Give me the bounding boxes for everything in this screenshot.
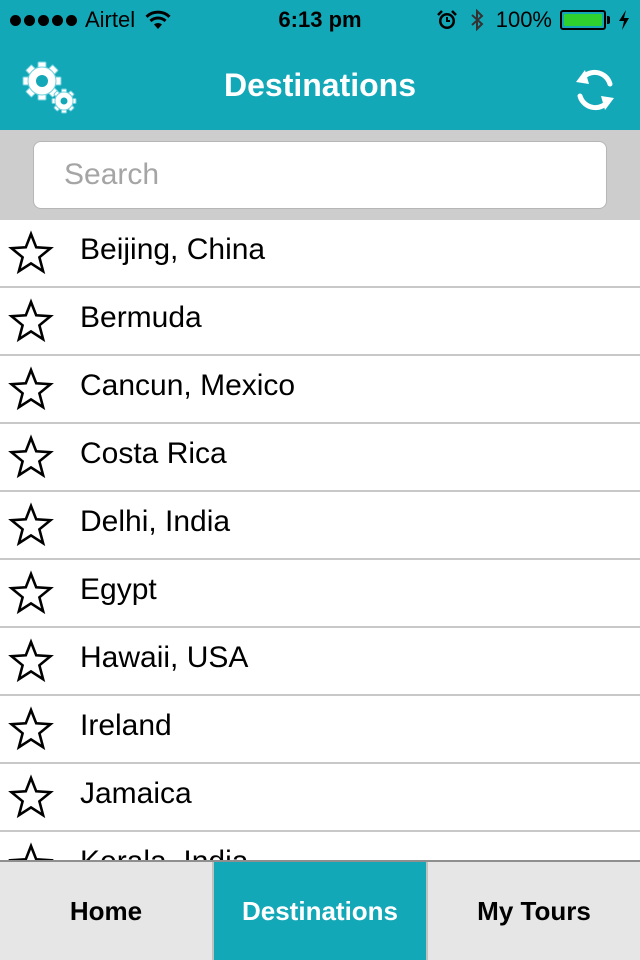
settings-button[interactable] xyxy=(20,57,80,117)
star-icon[interactable] xyxy=(8,706,54,752)
list-item[interactable]: Jamaica xyxy=(0,764,640,832)
tab-destinations[interactable]: Destinations xyxy=(212,862,426,960)
list-item[interactable]: Egypt xyxy=(0,560,640,628)
star-icon[interactable] xyxy=(8,230,54,276)
star-icon[interactable] xyxy=(8,366,54,412)
star-icon[interactable] xyxy=(8,502,54,548)
tab-bar: Home Destinations My Tours xyxy=(0,860,640,960)
list-item[interactable]: Hawaii, USA xyxy=(0,628,640,696)
list-item[interactable]: Bermuda xyxy=(0,288,640,356)
star-icon[interactable] xyxy=(8,842,54,860)
refresh-button[interactable] xyxy=(572,62,618,118)
list-item-label: Delhi, India xyxy=(80,505,231,538)
carrier-name: Airtel xyxy=(85,7,136,32)
list-item[interactable]: Ireland xyxy=(0,696,640,764)
list-item[interactable]: Delhi, India xyxy=(0,492,640,560)
list-item-label: Ireland xyxy=(80,709,172,742)
star-icon[interactable] xyxy=(8,638,54,684)
list-item-label: Costa Rica xyxy=(80,437,227,470)
list-item[interactable]: Costa Rica xyxy=(0,424,640,492)
signal-dots-icon xyxy=(10,14,77,26)
list-item[interactable]: Cancun, Mexico xyxy=(0,356,640,424)
bluetooth-icon xyxy=(471,9,484,31)
tab-my-tours[interactable]: My Tours xyxy=(426,862,640,960)
battery-icon xyxy=(560,10,610,30)
tab-home[interactable]: Home xyxy=(0,862,212,960)
alarm-icon xyxy=(436,10,457,29)
search-bar xyxy=(0,130,640,220)
settings-gears-icon xyxy=(22,61,77,114)
charging-bolt-icon xyxy=(619,10,629,30)
list-item-label: Jamaica xyxy=(80,777,192,810)
list-item[interactable]: Kerala, India xyxy=(0,832,640,860)
star-icon[interactable] xyxy=(8,434,54,480)
star-icon[interactable] xyxy=(8,570,54,616)
star-icon[interactable] xyxy=(8,774,54,820)
status-right: 100% xyxy=(436,0,630,40)
status-bar: Airtel 6:13 pm 100% xyxy=(0,0,640,40)
list-item-label: Egypt xyxy=(80,573,157,606)
list-item[interactable]: Beijing, China xyxy=(0,220,640,288)
list-item-label: Bermuda xyxy=(80,301,202,334)
wifi-icon xyxy=(145,10,171,29)
list-item-label: Cancun, Mexico xyxy=(80,369,296,402)
status-left: Airtel xyxy=(10,0,171,40)
star-icon[interactable] xyxy=(8,298,54,344)
search-input[interactable] xyxy=(33,141,607,209)
battery-percent: 100% xyxy=(495,7,552,32)
page-title: Destinations xyxy=(223,67,417,103)
refresh-icon xyxy=(576,69,614,111)
destination-list[interactable]: Beijing, China Bermuda Cancun, Mexico Costa… xyxy=(0,220,640,860)
navigation-bar: Destinations xyxy=(0,40,640,130)
list-item-label: Kerala, India xyxy=(80,832,248,860)
list-item-label: Beijing, China xyxy=(80,233,266,266)
list-item-label: Hawaii, USA xyxy=(80,641,249,674)
